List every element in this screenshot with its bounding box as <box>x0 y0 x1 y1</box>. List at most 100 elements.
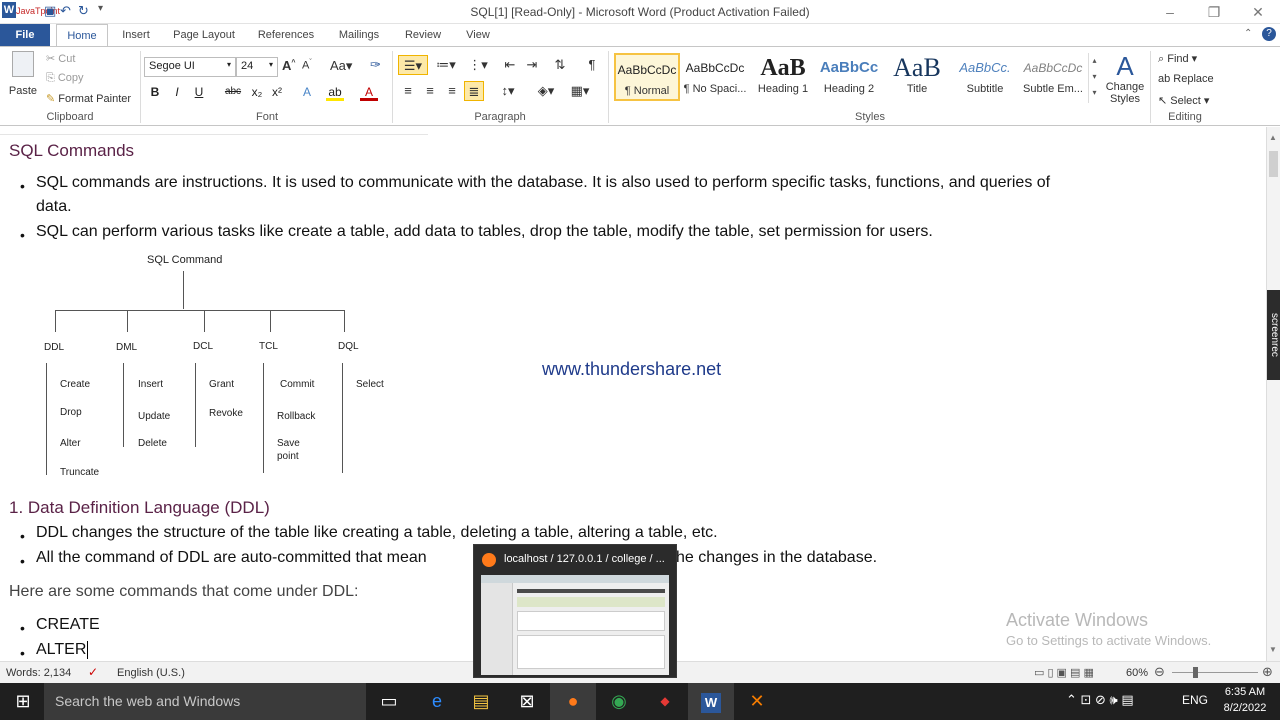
tab-home[interactable]: Home <box>56 24 108 47</box>
scroll-thumb[interactable] <box>1269 151 1278 177</box>
chrome-icon[interactable]: ◉ <box>596 683 642 720</box>
restore-button[interactable]: ❐ <box>1194 2 1234 22</box>
tab-insert[interactable]: Insert <box>112 24 160 46</box>
divider <box>1150 51 1151 123</box>
file-explorer-icon[interactable]: ▤ <box>458 683 504 720</box>
change-case-icon[interactable]: Aa▾ <box>330 58 352 74</box>
taskbar-preview-popup[interactable]: localhost / 127.0.0.1 / college / ... <box>473 544 677 678</box>
windows-start-icon[interactable]: ⊞ <box>0 683 46 720</box>
numbering-icon[interactable]: ≔▾ <box>432 55 460 75</box>
text-effects-icon[interactable]: A <box>298 83 316 101</box>
scroll-up-icon[interactable]: ▲ <box>1269 133 1277 142</box>
zoom-slider[interactable] <box>1172 672 1258 673</box>
chevron-down-icon: ▾ <box>268 60 273 69</box>
view-buttons[interactable]: ▭ ▯ ▣ ▤ ▦ <box>1034 666 1094 679</box>
copy-button[interactable]: ⎘ Copy <box>46 72 84 85</box>
grow-font-icon[interactable]: A^ <box>282 58 295 73</box>
style-name: Subtitle <box>966 83 1004 95</box>
align-left-icon[interactable]: ≡ <box>398 81 418 101</box>
popup-thumbnail[interactable] <box>481 575 669 675</box>
paragraph-text: SQL commands are instructions. It is use… <box>36 174 1051 191</box>
style-title[interactable]: AaB Title <box>884 53 950 101</box>
clear-formatting-icon[interactable]: ✑ <box>370 57 381 73</box>
system-tray-icons[interactable]: ⌃ ⊡ ⊘ 🕪 ▤ <box>1066 692 1134 708</box>
increase-indent-icon[interactable]: ⇥ <box>522 55 542 75</box>
connector-line <box>55 310 56 332</box>
editing-group-label: Editing <box>1168 111 1202 123</box>
shrink-font-icon[interactable]: Aˇ <box>302 59 312 72</box>
diagram-branch: TCL <box>259 341 278 352</box>
xampp-icon[interactable]: ✕ <box>734 683 780 720</box>
taskbar-search-box[interactable]: Search the web and Windows <box>44 683 366 720</box>
style-heading-2[interactable]: AaBbCc Heading 2 <box>816 53 882 101</box>
tab-page-layout[interactable]: Page Layout <box>166 24 242 46</box>
shading-icon[interactable]: ◈▾ <box>532 81 560 101</box>
change-styles-button[interactable]: A Change Styles <box>1102 51 1148 109</box>
style-subtitle[interactable]: AaBbCc. Subtitle <box>952 53 1018 101</box>
minimize-button[interactable]: ‒ <box>1150 2 1190 22</box>
tab-file[interactable]: File <box>0 24 50 46</box>
clock-time[interactable]: 6:35 AM <box>1222 686 1268 698</box>
language-indicator[interactable]: English (U.S.) <box>117 667 185 679</box>
help-icon[interactable]: ? <box>1262 27 1276 41</box>
word-count[interactable]: Words: 2,134 <box>6 667 71 679</box>
line-spacing-icon[interactable]: ↕▾ <box>494 81 522 101</box>
tab-references[interactable]: References <box>250 24 322 46</box>
tab-mailings[interactable]: Mailings <box>330 24 388 46</box>
multilevel-list-icon[interactable]: ⋮▾ <box>464 55 492 75</box>
underline-icon[interactable]: U <box>190 83 208 101</box>
store-icon[interactable]: ⊠ <box>504 683 550 720</box>
italic-icon[interactable]: I <box>168 83 186 101</box>
font-color-icon[interactable]: A <box>360 83 378 101</box>
font-size-box[interactable]: 24 ▾ <box>236 57 278 77</box>
select-button[interactable]: ↖ Select ▾ <box>1158 94 1209 107</box>
diagram-item: Revoke <box>209 408 243 419</box>
align-center-icon[interactable]: ≡ <box>420 81 440 101</box>
diagram-item: Drop <box>60 407 82 418</box>
styles-scroll[interactable]: ▴ ▾ ▾ <box>1088 53 1100 103</box>
justify-icon[interactable]: ≣ <box>464 81 484 101</box>
game-icon[interactable]: ◆ <box>642 683 688 720</box>
pilcrow-icon[interactable]: ¶ <box>582 55 602 75</box>
close-button[interactable]: ✕ <box>1238 2 1278 22</box>
sort-icon[interactable]: ⇅ <box>550 55 570 75</box>
style-no-spacing[interactable]: AaBbCcDc ¶ No Spaci... <box>682 53 748 101</box>
font-name-box[interactable]: Segoe UI ▾ <box>144 57 236 77</box>
zoom-out-icon[interactable]: ⊖ <box>1154 664 1165 680</box>
zoom-in-icon[interactable]: ⊕ <box>1262 664 1273 680</box>
strikethrough-icon[interactable]: abc <box>224 83 242 101</box>
edge-icon[interactable]: e <box>414 683 460 720</box>
superscript-icon[interactable]: x² <box>268 83 286 101</box>
cut-button[interactable]: ✂ Cut <box>46 52 75 65</box>
replace-button[interactable]: ab Replace <box>1158 73 1214 85</box>
word-taskbar-icon[interactable]: W <box>688 683 734 720</box>
format-painter-button[interactable]: ✎ Format Painter <box>46 92 131 105</box>
thumbnail-sidebar <box>481 583 513 675</box>
tab-view[interactable]: View <box>456 24 500 46</box>
vertical-scrollbar[interactable]: ▲ screenrec ▼ <box>1266 127 1280 661</box>
firefox-icon[interactable]: ● <box>550 683 596 720</box>
style-subtle-emphasis[interactable]: AaBbCcDc Subtle Em... <box>1020 53 1086 101</box>
align-right-icon[interactable]: ≡ <box>442 81 462 101</box>
paste-button[interactable]: Paste <box>8 51 38 107</box>
highlight-icon[interactable]: ab <box>326 83 344 101</box>
scroll-down-icon[interactable]: ▼ <box>1269 645 1277 654</box>
style-heading-1[interactable]: AaB Heading 1 <box>750 53 816 101</box>
clock-date[interactable]: 8/2/2022 <box>1218 702 1272 714</box>
borders-icon[interactable]: ▦▾ <box>566 81 594 101</box>
decrease-indent-icon[interactable]: ⇤ <box>500 55 520 75</box>
zoom-slider-thumb[interactable] <box>1193 667 1198 678</box>
bold-icon[interactable]: B <box>146 83 164 101</box>
style-normal[interactable]: AaBbCcDc ¶ Normal <box>614 53 680 101</box>
proofing-icon[interactable]: ✓ <box>88 665 98 679</box>
zoom-level[interactable]: 60% <box>1126 667 1148 679</box>
tab-review[interactable]: Review <box>396 24 450 46</box>
subscript-icon[interactable]: x₂ <box>248 83 266 101</box>
bullets-icon[interactable]: ☰▾ <box>398 55 428 75</box>
bullet-icon: • <box>20 620 25 636</box>
input-language[interactable]: ENG <box>1182 693 1208 707</box>
collapse-ribbon-icon[interactable]: ⌃ <box>1244 28 1252 39</box>
find-button[interactable]: ⌕ Find ▾ <box>1158 52 1197 66</box>
font-name-value: Segoe UI <box>149 60 195 72</box>
task-view-icon[interactable]: ▭ <box>366 683 412 720</box>
